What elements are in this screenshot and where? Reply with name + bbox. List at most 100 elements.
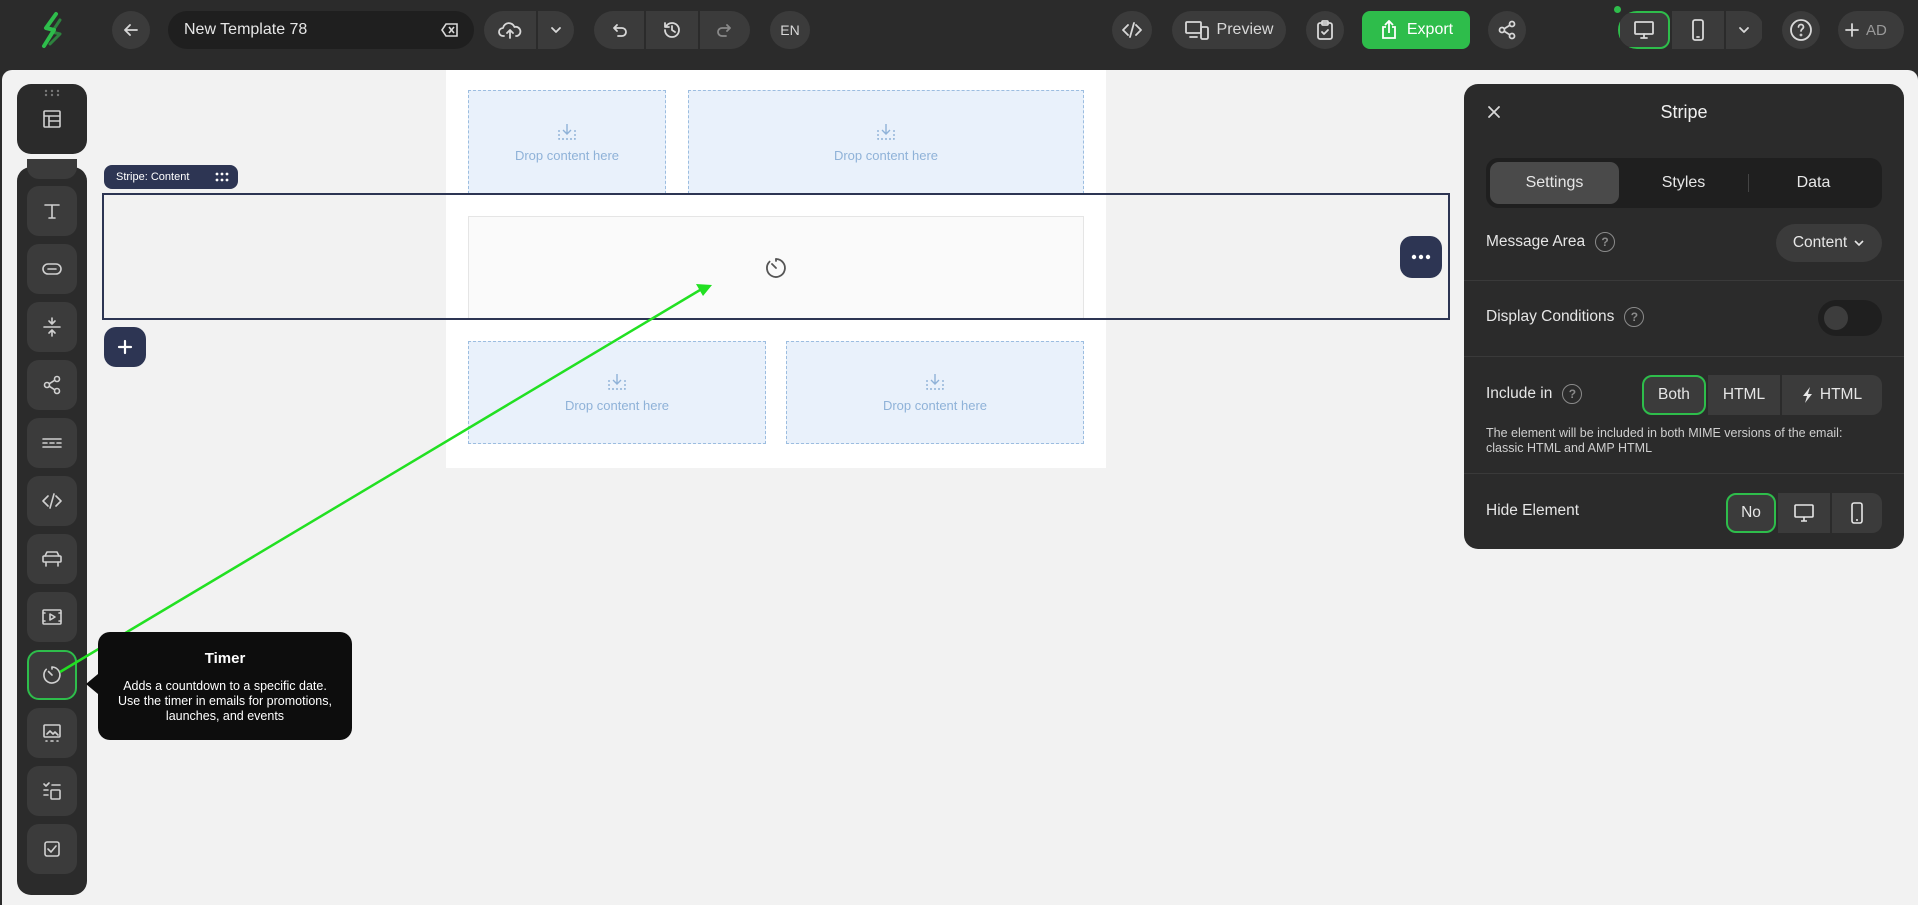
tab-styles[interactable]: Styles <box>1619 162 1748 204</box>
panel-tabs: Settings Styles Data <box>1486 158 1882 208</box>
hide-desktop-option[interactable] <box>1778 493 1830 533</box>
display-conditions-toggle[interactable] <box>1818 300 1882 336</box>
tab-settings[interactable]: Settings <box>1490 162 1619 204</box>
save-options-dropdown[interactable] <box>538 11 574 49</box>
clear-input-icon[interactable] <box>440 20 460 40</box>
tooltip-title: Timer <box>204 650 246 667</box>
mobile-icon <box>1851 502 1863 524</box>
include-html-label: HTML <box>1722 386 1766 403</box>
share-button[interactable] <box>1488 11 1526 49</box>
cloud-save-button[interactable] <box>484 11 536 49</box>
include-html-option[interactable]: HTML <box>1708 375 1780 415</box>
drop-zone-label: Drop content here <box>564 398 670 413</box>
tool-html[interactable] <box>27 476 77 526</box>
include-amp-option[interactable]: HTML <box>1782 375 1882 415</box>
message-area-select[interactable]: Content <box>1776 224 1882 262</box>
test-checklist-button[interactable] <box>1306 11 1344 49</box>
tool-amp-accordion[interactable] <box>27 766 77 816</box>
hide-element-label: Hide Element <box>1486 502 1580 519</box>
drop-zone[interactable]: Drop content here <box>688 90 1084 194</box>
devices-icon <box>1184 21 1209 40</box>
top-bar: New Template 78 EN Preview Export AD <box>0 0 1918 62</box>
toolbar-grip-icon[interactable] <box>44 89 60 97</box>
user-initials: AD <box>1866 21 1887 39</box>
hide-no-option[interactable]: No <box>1726 493 1776 533</box>
carousel-icon <box>43 724 61 742</box>
history-button[interactable] <box>646 11 698 49</box>
drop-zone[interactable]: Drop content here <box>786 341 1084 444</box>
include-in-row: Include in ? <box>1486 384 1583 404</box>
history-group <box>594 11 750 49</box>
include-in-label: Include in <box>1486 385 1553 402</box>
help-icon[interactable]: ? <box>1562 384 1583 404</box>
tab-data[interactable]: Data <box>1749 162 1878 204</box>
selected-stripe-outline[interactable] <box>102 193 1450 320</box>
divider <box>1464 473 1904 474</box>
stripe-more-button[interactable] <box>1400 236 1442 278</box>
hide-mobile-option[interactable] <box>1832 493 1882 533</box>
menu-icon <box>42 438 62 448</box>
export-label: Export <box>1406 21 1454 38</box>
stripe-label-badge[interactable]: Stripe: Content <box>104 165 238 189</box>
preview-button[interactable]: Preview <box>1172 11 1286 49</box>
desktop-view-button[interactable] <box>1618 11 1670 49</box>
drop-arrow-icon <box>608 374 626 390</box>
clipboard-check-icon <box>1317 20 1333 40</box>
redo-icon <box>717 24 731 37</box>
mobile-view-button[interactable] <box>1672 11 1724 49</box>
tool-amp-carousel[interactable] <box>27 708 77 758</box>
toggle-knob <box>1824 306 1848 330</box>
preview-label: Preview <box>1216 21 1274 38</box>
view-options-dropdown[interactable] <box>1726 11 1762 49</box>
undo-button[interactable] <box>594 11 644 49</box>
settings-panel: Stripe Settings Styles Data Message Area… <box>1464 84 1904 549</box>
code-editor-button[interactable] <box>1112 11 1152 49</box>
panel-title: Stripe <box>1660 102 1708 122</box>
drop-zone[interactable]: Drop content here <box>468 341 766 444</box>
message-area-value: Content <box>1792 234 1848 251</box>
plus-icon <box>1845 23 1859 37</box>
tool-button[interactable] <box>27 244 77 294</box>
back-button[interactable] <box>112 11 150 49</box>
more-dots-icon <box>1411 254 1431 260</box>
user-menu[interactable]: AD <box>1838 11 1904 49</box>
tool-menu[interactable] <box>27 418 77 468</box>
add-stripe-button[interactable] <box>104 327 146 367</box>
tool-timer[interactable] <box>27 650 77 700</box>
tool-social[interactable] <box>27 360 77 410</box>
redo-button[interactable] <box>700 11 750 49</box>
chevron-down-icon <box>1854 240 1864 247</box>
help-icon[interactable]: ? <box>1624 307 1645 327</box>
app-logo-icon[interactable] <box>38 10 68 50</box>
blocks-toolbar <box>17 159 87 895</box>
drop-zone-label: Drop content here <box>514 147 620 163</box>
tool-banner[interactable] <box>27 534 77 584</box>
save-group <box>484 11 574 49</box>
tool-amp-form[interactable] <box>27 824 77 874</box>
undo-icon <box>613 24 627 37</box>
tool-text[interactable] <box>27 186 77 236</box>
drop-arrow-icon <box>926 374 944 390</box>
template-name-field[interactable]: New Template 78 <box>168 11 474 49</box>
help-icon[interactable]: ? <box>1595 232 1616 252</box>
export-button[interactable]: Export <box>1362 11 1470 49</box>
language-button[interactable]: EN <box>770 11 810 49</box>
tool-video[interactable] <box>27 592 77 642</box>
message-area-row: Message Area ? <box>1486 232 1616 252</box>
tool-spacer[interactable] <box>27 302 77 352</box>
template-name-text: New Template 78 <box>184 21 308 38</box>
tool-partial[interactable] <box>27 159 77 179</box>
desktop-icon <box>1794 504 1814 522</box>
chevron-down-icon <box>1739 27 1749 33</box>
cloud-upload-icon <box>498 22 522 39</box>
hide-no-label: No <box>1741 504 1761 521</box>
include-both-option[interactable]: Both <box>1642 375 1706 415</box>
include-both-label: Both <box>1658 386 1690 403</box>
history-icon <box>664 22 680 38</box>
code-icon <box>1122 22 1142 38</box>
language-label: EN <box>780 22 800 38</box>
spacer-icon <box>43 317 61 337</box>
drag-handle-icon[interactable] <box>214 171 230 183</box>
help-button[interactable] <box>1782 11 1820 49</box>
drop-zone[interactable]: Drop content here <box>468 90 666 194</box>
